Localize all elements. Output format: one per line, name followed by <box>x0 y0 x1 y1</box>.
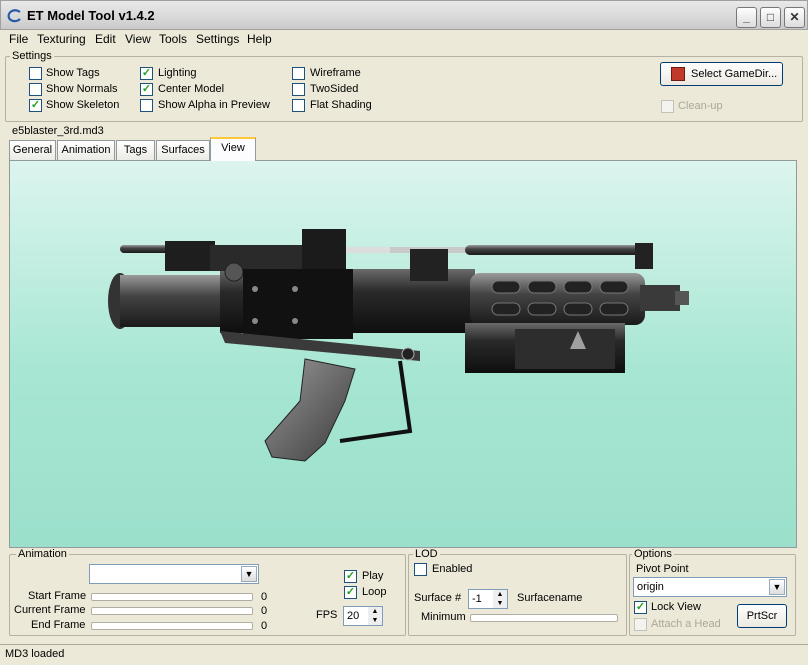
lod-legend: LOD <box>413 548 440 560</box>
lod-enabled-label: Enabled <box>432 563 473 575</box>
play-checkbox[interactable]: ✓ <box>344 570 357 583</box>
animation-legend: Animation <box>16 548 69 560</box>
current-frame-bar[interactable] <box>91 607 253 615</box>
twosided-checkbox[interactable] <box>292 83 305 96</box>
lock-view-checkbox[interactable]: ✓ <box>634 601 647 614</box>
start-frame-label: Start Frame <box>28 590 87 602</box>
tab-tags[interactable]: Tags <box>116 140 155 160</box>
minimize-button[interactable]: _ <box>736 7 757 28</box>
options-legend: Options <box>632 548 674 560</box>
lighting-checkbox[interactable]: ✓ <box>140 67 153 80</box>
spin-down-icon[interactable]: ▼ <box>493 599 507 608</box>
animation-combo[interactable]: ▼ <box>89 564 259 584</box>
surface-number-value: -1 <box>472 593 482 605</box>
fps-label: FPS <box>316 609 338 621</box>
show-tags-checkbox[interactable] <box>29 67 42 80</box>
attach-head-label: Attach a Head <box>651 618 721 630</box>
menu-texturing[interactable]: Texturing <box>37 32 86 46</box>
surface-number-label: Surface # <box>414 592 462 604</box>
tab-view-label: View <box>221 142 245 154</box>
fps-spinner[interactable]: 20 ▲ ▼ <box>343 606 383 626</box>
center-model-label: Center Model <box>158 83 225 95</box>
fps-value: 20 <box>347 610 360 622</box>
app-icon <box>7 9 21 23</box>
show-tags-label: Show Tags <box>46 67 100 79</box>
select-gamedir-label: Select GameDir... <box>691 68 778 80</box>
tab-tags-label: Tags <box>123 144 148 156</box>
menu-tools[interactable]: Tools <box>159 32 187 46</box>
lod-enabled-checkbox[interactable] <box>414 563 427 576</box>
tab-general-label: General <box>12 144 53 156</box>
prtscr-button[interactable]: PrtScr <box>737 604 787 628</box>
loop-checkbox[interactable]: ✓ <box>344 586 357 599</box>
start-frame-bar[interactable] <box>91 593 253 601</box>
minimum-label: Minimum <box>421 611 466 623</box>
start-frame-value: 0 <box>261 591 268 603</box>
gamedir-icon <box>671 67 685 81</box>
maximize-icon: □ <box>766 10 775 24</box>
show-normals-checkbox[interactable] <box>29 83 42 96</box>
lock-view-label: Lock View <box>651 601 701 613</box>
menu-settings[interactable]: Settings <box>196 32 239 46</box>
show-skeleton-label: Show Skeleton <box>46 99 120 111</box>
chevron-down-icon[interactable]: ▼ <box>769 579 785 595</box>
menu-bar: File Texturing Edit View Tools Settings … <box>0 30 808 49</box>
flat-shading-label: Flat Shading <box>310 99 372 111</box>
maximize-button[interactable]: □ <box>760 7 781 28</box>
window-title: ET Model Tool v1.4.2 <box>27 8 155 23</box>
select-gamedir-button[interactable]: Select GameDir... <box>660 62 783 86</box>
blaster-model-render <box>108 229 689 462</box>
minimize-icon: _ <box>743 10 750 24</box>
end-frame-value: 0 <box>261 620 268 632</box>
close-icon: ✕ <box>789 10 800 24</box>
tab-surfaces[interactable]: Surfaces <box>156 140 210 160</box>
minimum-bar[interactable] <box>470 614 618 622</box>
end-frame-bar[interactable] <box>91 622 253 630</box>
pivot-point-select[interactable]: origin ▼ <box>633 577 787 597</box>
surfacename-label: Surfacename <box>517 592 583 604</box>
wireframe-label: Wireframe <box>310 67 361 79</box>
tab-general[interactable]: General <box>9 140 56 160</box>
show-skeleton-checkbox[interactable]: ✓ <box>29 99 42 112</box>
tab-view[interactable]: View <box>210 137 256 161</box>
current-frame-label: Current Frame <box>14 604 86 616</box>
menu-help[interactable]: Help <box>247 32 272 46</box>
attach-head-checkbox[interactable] <box>634 618 647 631</box>
spin-up-icon[interactable]: ▲ <box>368 607 382 616</box>
chevron-down-icon[interactable]: ▼ <box>241 566 257 582</box>
tab-animation-label: Animation <box>61 144 111 156</box>
show-alpha-label: Show Alpha in Preview <box>158 99 270 111</box>
status-bar: MD3 loaded <box>0 644 808 665</box>
spin-up-icon[interactable]: ▲ <box>493 590 507 599</box>
status-text: MD3 loaded <box>5 648 65 660</box>
menu-edit[interactable]: Edit <box>95 32 116 46</box>
end-frame-label: End Frame <box>31 619 86 631</box>
show-alpha-checkbox[interactable] <box>140 99 153 112</box>
title-bar: ET Model Tool v1.4.2 _ □ ✕ <box>0 0 808 30</box>
menu-view[interactable]: View <box>125 32 151 46</box>
cleanup-checkbox[interactable] <box>661 100 674 113</box>
play-label: Play <box>362 570 384 582</box>
tab-surfaces-label: Surfaces <box>161 144 205 156</box>
center-model-checkbox[interactable]: ✓ <box>140 83 153 96</box>
tab-animation[interactable]: Animation <box>57 140 115 160</box>
pivot-point-value: origin <box>637 581 664 593</box>
spin-down-icon[interactable]: ▼ <box>368 616 382 625</box>
close-button[interactable]: ✕ <box>784 7 805 28</box>
show-normals-label: Show Normals <box>46 83 118 95</box>
cleanup-label: Clean-up <box>678 100 723 112</box>
loop-label: Loop <box>362 586 387 598</box>
wireframe-checkbox[interactable] <box>292 67 305 80</box>
twosided-label: TwoSided <box>310 83 359 95</box>
model-viewport[interactable] <box>9 160 797 548</box>
flat-shading-checkbox[interactable] <box>292 99 305 112</box>
prtscr-label: PrtScr <box>746 610 778 622</box>
pivot-point-label: Pivot Point <box>636 563 689 575</box>
current-frame-value: 0 <box>261 605 268 617</box>
lighting-label: Lighting <box>158 67 197 79</box>
settings-legend: Settings <box>10 50 54 62</box>
menu-file[interactable]: File <box>9 32 28 46</box>
surface-number-spinner[interactable]: -1 ▲ ▼ <box>468 589 508 609</box>
model-file-label: e5blaster_3rd.md3 <box>12 125 104 137</box>
